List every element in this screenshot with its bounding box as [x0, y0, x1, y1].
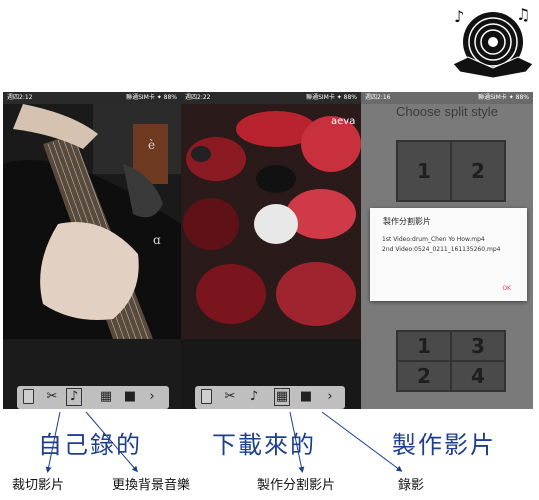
- guitar-video-frame[interactable]: ѐ ɑ: [3, 104, 181, 339]
- split-cell: 4: [452, 362, 504, 390]
- status-bar: 週四2:12 聯通SIM卡 ✦ 88%: [3, 92, 181, 104]
- crop-icon[interactable]: ✂: [223, 389, 237, 405]
- chevron-right-icon[interactable]: ›: [323, 389, 337, 405]
- split-cell: 1: [398, 332, 450, 360]
- video-toolbar: ✂ ♪ ▦ ■ ›: [17, 386, 169, 409]
- change-bgm-label: 更換背景音樂: [112, 478, 191, 493]
- record-video-label: 錄影: [398, 478, 425, 493]
- svg-text:ѐ: ѐ: [148, 138, 155, 152]
- dialog-first-video: 1st Video:drum_Chen Yo How.mp4: [382, 236, 485, 243]
- crop-video-label: 裁切影片: [12, 478, 65, 493]
- svg-text:ɑ: ɑ: [153, 233, 161, 247]
- video-toolbar: ✂ ♪ ▦ ■ ›: [195, 386, 345, 409]
- status-bar: 週四2:16 聯通SIM卡 ✦ 88%: [361, 92, 533, 104]
- split-cell: 1: [398, 142, 450, 200]
- document-icon[interactable]: [23, 389, 34, 404]
- four-split-option[interactable]: 1 3 2 4: [396, 330, 506, 392]
- dialog-ok-button[interactable]: OK: [502, 285, 511, 292]
- split-cell: 2: [452, 142, 504, 200]
- music-icon[interactable]: ♪: [66, 388, 82, 406]
- grid-icon[interactable]: ▦: [99, 389, 113, 405]
- svg-text:♪: ♪: [454, 7, 464, 26]
- self-recorded-label: 自己錄的: [38, 431, 142, 459]
- make-split-video-label: 製作分割影片: [257, 478, 336, 493]
- svg-text:♫: ♫: [516, 5, 530, 24]
- document-icon[interactable]: [201, 389, 212, 404]
- crop-icon[interactable]: ✂: [45, 389, 59, 405]
- split-style-title: Choose split style: [396, 104, 498, 119]
- downloaded-video-panel: 週四2:22 聯通SIM卡 ✦ 88% aeva ✂ ♪ ▦ ■ ›: [181, 92, 361, 409]
- grid-icon[interactable]: ▦: [274, 388, 290, 406]
- dialog-second-video: 2nd Video:0524_0211_161135260.mp4: [382, 246, 501, 253]
- drum-video-frame[interactable]: aeva: [181, 104, 361, 339]
- split-cell: 3: [452, 332, 504, 360]
- dialog-title: 製作分割影片: [383, 217, 431, 226]
- camera-icon[interactable]: ■: [123, 389, 137, 405]
- self-recorded-video-panel: 週四2:12 聯通SIM卡 ✦ 88% ѐ ɑ ✂ ♪ ▦ ■ ›: [3, 92, 181, 409]
- make-video-label: 製作影片: [392, 431, 496, 459]
- svg-text:aeva: aeva: [331, 116, 355, 127]
- status-bar: 週四2:22 聯通SIM卡 ✦ 88%: [181, 92, 361, 104]
- downloaded-label: 下載來的: [212, 431, 316, 459]
- make-split-video-dialog: 製作分割影片 1st Video:drum_Chen Yo How.mp4 2n…: [370, 208, 527, 301]
- music-icon[interactable]: ♪: [247, 389, 261, 405]
- split-cell: 2: [398, 362, 450, 390]
- camera-icon[interactable]: ■: [299, 389, 313, 405]
- vinyl-music-logo: ♪ ♫: [452, 5, 534, 79]
- chevron-right-icon[interactable]: ›: [145, 389, 159, 405]
- two-split-option[interactable]: 1 2: [396, 140, 506, 202]
